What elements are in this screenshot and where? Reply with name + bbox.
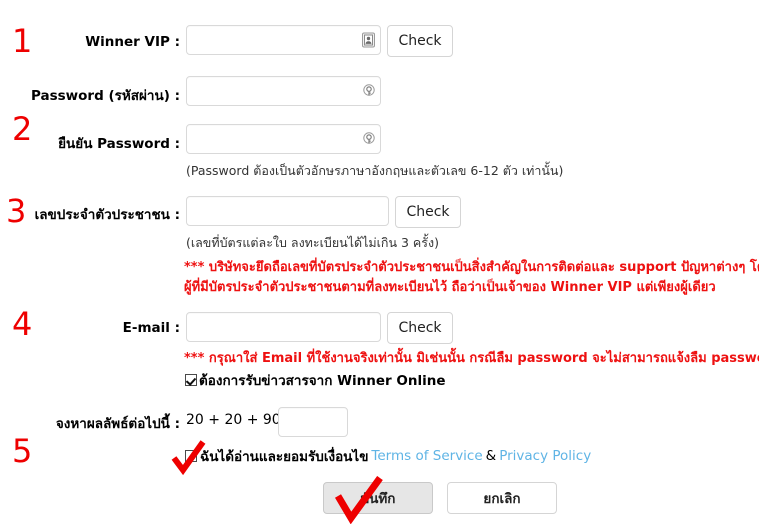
terms-of-service-link[interactable]: Terms of Service bbox=[371, 448, 482, 464]
national-id-check-button[interactable]: Check bbox=[395, 196, 461, 228]
newsletter-label: ต้องการรับข่าวสารจาก Winner Online bbox=[199, 373, 446, 389]
submit-button[interactable]: บันทึก bbox=[323, 482, 433, 514]
password-input[interactable] bbox=[186, 76, 381, 106]
newsletter-checkbox[interactable] bbox=[185, 374, 197, 386]
email-input[interactable] bbox=[186, 312, 381, 342]
email-label: E-mail : bbox=[122, 320, 180, 336]
terms-checkbox[interactable] bbox=[185, 450, 197, 462]
national-id-hint: (เลขที่บัตรแต่ละใบ ลงทะเบียนได้ไม่เกิน 3… bbox=[186, 235, 439, 250]
captcha-label: จงหาผลลัพธ์ต่อไปนี้ : bbox=[55, 416, 180, 432]
national-id-warning-line-1: *** บริษัทจะยึดถือเลขที่บัตรประจำตัวประช… bbox=[184, 260, 759, 275]
terms-text: ฉันได้อ่านและยอมรับเงื่อนไข bbox=[200, 449, 369, 465]
cancel-button[interactable]: ยกเลิก bbox=[447, 482, 557, 514]
terms-separator: & bbox=[485, 448, 497, 464]
national-id-warning-line-2: ผู้ที่มีบัตรประจำตัวประชาชนตามที่ลงทะเบี… bbox=[184, 280, 716, 295]
contact-card-icon[interactable] bbox=[362, 32, 375, 48]
national-id-label: เลขประจำตัวประชาชน : bbox=[34, 207, 180, 223]
winner-vip-check-button[interactable]: Check bbox=[387, 25, 453, 57]
terms-row[interactable]: ฉันได้อ่านและยอมรับเงื่อนไข Terms of Ser… bbox=[185, 445, 591, 467]
password-hint: (Password ต้องเป็นตัวอักษรภาษาอังกฤษและต… bbox=[186, 163, 564, 178]
winner-vip-input[interactable] bbox=[186, 25, 381, 55]
email-warning: *** กรุณาใส่ Email ที่ใช้งานจริงเท่านั้น… bbox=[184, 351, 759, 366]
email-check-button[interactable]: Check bbox=[387, 312, 453, 344]
privacy-policy-link[interactable]: Privacy Policy bbox=[499, 448, 591, 464]
captcha-input[interactable] bbox=[278, 407, 348, 437]
password-label: Password (รหัสผ่าน) : bbox=[30, 88, 180, 104]
newsletter-row[interactable]: ต้องการรับข่าวสารจาก Winner Online bbox=[185, 369, 445, 391]
confirm-password-label: ยืนยัน Password : bbox=[58, 136, 180, 152]
key-icon[interactable] bbox=[362, 84, 375, 99]
national-id-input[interactable] bbox=[186, 196, 389, 226]
key-icon[interactable] bbox=[362, 132, 375, 147]
step-number-5: 5 bbox=[12, 432, 33, 470]
winner-vip-label: Winner VIP : bbox=[85, 34, 180, 50]
confirm-password-input[interactable] bbox=[186, 124, 381, 154]
